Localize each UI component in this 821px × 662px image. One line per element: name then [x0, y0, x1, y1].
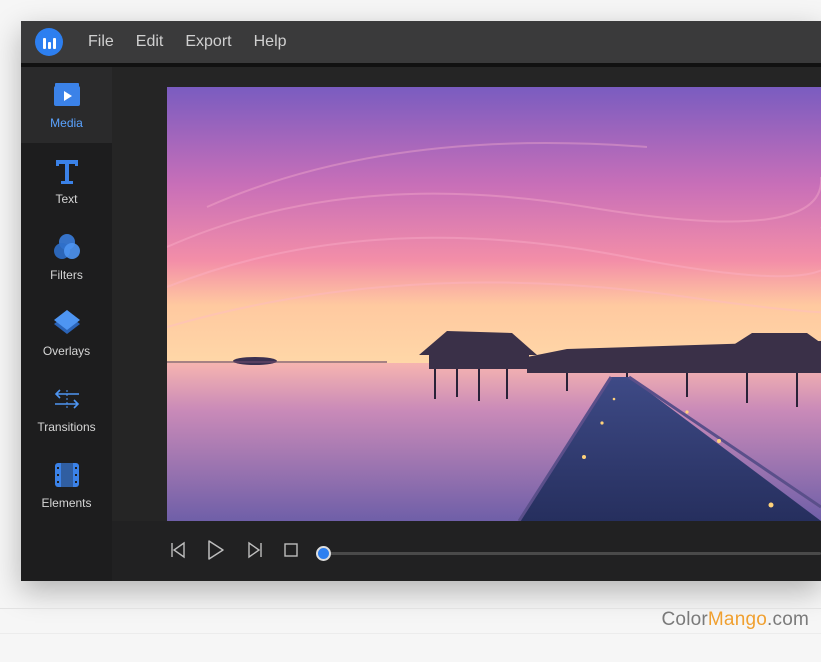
sidebar-item-text[interactable]: Text	[21, 143, 112, 219]
preview-image	[167, 87, 821, 521]
elements-icon	[54, 463, 79, 487]
timeline-track[interactable]	[318, 552, 821, 555]
watermark-part: Color	[661, 609, 708, 630]
playback-controls	[112, 521, 821, 581]
sidebar-item-elements[interactable]: Elements	[21, 447, 112, 523]
sidebar-item-label: Elements	[41, 496, 92, 510]
menu-help[interactable]: Help	[243, 33, 298, 51]
menu-edit[interactable]: Edit	[125, 33, 175, 51]
step-forward-icon[interactable]	[243, 539, 265, 561]
divider	[0, 633, 821, 634]
watermark-part: .com	[767, 609, 809, 630]
playhead-handle[interactable]	[316, 546, 331, 561]
filters-icon	[53, 234, 80, 259]
app-logo-icon	[35, 28, 63, 56]
transitions-icon	[54, 389, 79, 409]
sidebar-item-transitions[interactable]: Transitions	[21, 371, 112, 447]
menu-bar: File Edit Export Help	[21, 21, 821, 67]
menu: File Edit Export Help	[77, 33, 298, 51]
watermark: ColorMango.com	[662, 609, 810, 631]
step-back-icon[interactable]	[168, 539, 190, 561]
sidebar-item-label: Media	[50, 116, 83, 130]
media-icon	[53, 83, 80, 106]
sidebar-item-overlays[interactable]: Overlays	[21, 295, 112, 371]
sidebar-item-label: Overlays	[42, 344, 91, 358]
sidebar-item-filters[interactable]: Filters	[21, 219, 112, 295]
watermark-part-highlight: Mango	[707, 609, 768, 630]
overlays-icon	[53, 310, 80, 334]
sidebar-item-label: Transitions	[37, 420, 96, 434]
sidebar-item-label: Text	[55, 192, 78, 206]
menu-export[interactable]: Export	[174, 33, 242, 51]
sidebar: Media Text Filters Overlays Transitions …	[21, 67, 112, 581]
menu-file[interactable]: File	[77, 33, 125, 51]
play-icon[interactable]	[204, 539, 226, 561]
sidebar-item-label: Filters	[50, 268, 83, 282]
text-icon	[55, 160, 78, 184]
video-editor-window: File Edit Export Help Media Text Filters…	[21, 21, 821, 581]
video-preview[interactable]	[167, 87, 821, 521]
sidebar-item-media[interactable]: Media	[21, 67, 112, 143]
stop-icon[interactable]	[280, 539, 302, 561]
